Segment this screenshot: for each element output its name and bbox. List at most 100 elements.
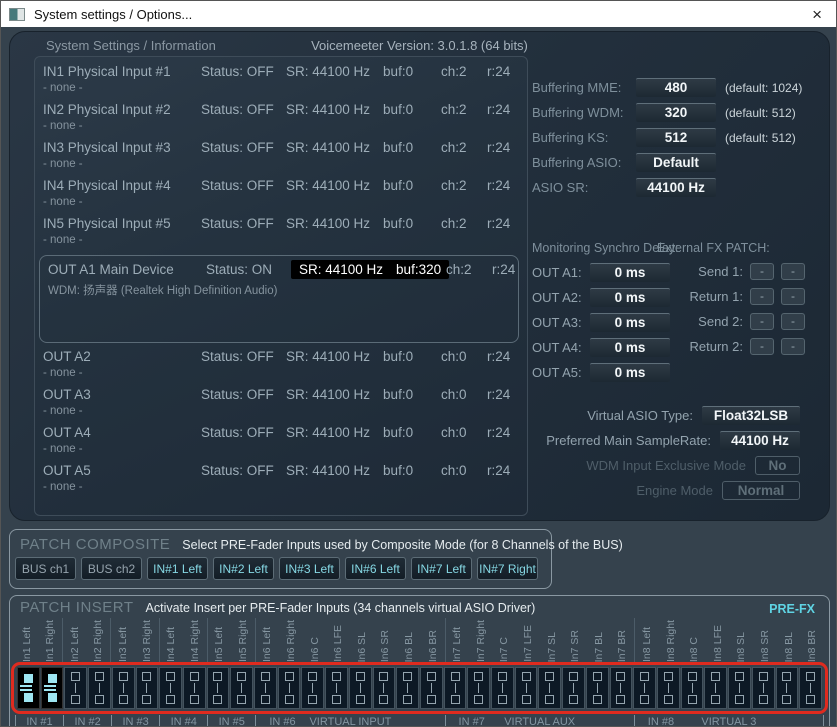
fx-send2-b[interactable]: - [781,313,805,330]
device-name: OUT A2 [43,349,201,364]
insert-toggle-in7-sr[interactable] [562,667,585,709]
device-subtext: - none - [43,481,519,493]
insert-toggle-in7-br[interactable] [610,667,633,709]
mon-a3-label: OUT A3: [532,315,590,330]
insert-toggle-in8-bl[interactable] [776,667,799,709]
insert-toggle-in1-left[interactable] [17,667,40,709]
insert-toggle-in6-lfe[interactable] [325,667,348,709]
insert-toggle-in6-br[interactable] [420,667,443,709]
insert-toggle-in5-left[interactable] [207,667,230,709]
device-row-in2[interactable]: IN2 Physical Input #2 Status: OFF SR: 44… [43,102,519,140]
composite-in1-left-button[interactable]: IN#1 Left [147,557,208,580]
preferred-samplerate-value[interactable]: 44100 Hz [720,431,800,450]
insert-toggle-in5-right[interactable] [230,667,253,709]
fx-return1-a[interactable]: - [750,288,774,305]
insert-toggle-in6-sr[interactable] [373,667,396,709]
mon-a5-value[interactable]: 0 ms [590,363,670,382]
buffering-wdm-value[interactable]: 320 [636,103,716,122]
insert-toggle-in6-bl[interactable] [396,667,419,709]
asio-sr-value[interactable]: 44100 Hz [636,178,716,197]
insert-channel-label: In2 Right [87,618,111,662]
version-label: Voicemeeter Version: 3.0.1.8 (64 bits) [10,38,829,53]
device-status: Status: OFF [201,216,286,231]
insert-toggle-in7-lfe[interactable] [515,667,538,709]
fx-return2-a[interactable]: - [750,338,774,355]
insert-channel-label: In8 SR [753,618,777,662]
device-row-in3[interactable]: IN3 Physical Input #3 Status: OFF SR: 44… [43,140,519,178]
composite-bus-ch2-button[interactable]: BUS ch2 [81,557,142,580]
insert-toggle-in4-left[interactable] [159,667,182,709]
device-res: r:24 [487,425,519,440]
device-sr-buf: SR: 44100 Hzbuf:0 [286,387,441,402]
composite-in2-left-button[interactable]: IN#2 Left [213,557,274,580]
buffering-asio-value[interactable]: Default [636,153,716,172]
insert-toggle-in6-sl[interactable] [349,667,372,709]
insert-toggle-in8-sr[interactable] [752,667,775,709]
fx-return2-b[interactable]: - [781,338,805,355]
insert-toggle-in8-lfe[interactable] [704,667,727,709]
insert-toggle-in2-right[interactable] [88,667,111,709]
insert-channel-label: In6 BR [421,618,445,662]
insert-toggle-in8-sl[interactable] [728,667,751,709]
insert-toggle-in7-bl[interactable] [586,667,609,709]
device-row-out-a4[interactable]: OUT A4 Status: OFF SR: 44100 Hzbuf:0 ch:… [43,425,519,463]
buffering-ks-value[interactable]: 512 [636,128,716,147]
device-name: IN4 Physical Input #4 [43,178,201,193]
fx-send1-b[interactable]: - [781,263,805,280]
device-name: IN2 Physical Input #2 [43,102,201,117]
insert-toggle-in7-right[interactable] [467,667,490,709]
insert-toggle-in2-left[interactable] [64,667,87,709]
buffering-mme-default: (default: 1024) [725,81,830,95]
insert-toggle-in6-c[interactable] [301,667,324,709]
insert-toggle-in1-right[interactable] [41,667,64,709]
insert-toggle-in7-left[interactable] [444,667,467,709]
wdm-exclusive-label: WDM Input Exclusive Mode [586,458,746,473]
virtual-asio-type-value[interactable]: Float32LSB [702,406,800,425]
device-status: Status: OFF [201,425,286,440]
device-status: Status: OFF [201,140,286,155]
device-row-out-a3[interactable]: OUT A3 Status: OFF SR: 44100 Hzbuf:0 ch:… [43,387,519,425]
patch-insert-title: PATCH INSERT [20,599,134,616]
device-row-in1[interactable]: IN1 Physical Input #1 Status: OFF SR: 44… [43,64,519,102]
buffering-mme-value[interactable]: 480 [636,78,716,97]
device-res: r:24 [487,102,519,117]
wdm-exclusive-value[interactable]: No [755,456,800,475]
device-ch: ch:2 [441,178,487,193]
composite-in6-left-button[interactable]: IN#6 Left [345,557,406,580]
insert-toggle-in8-c[interactable] [681,667,704,709]
composite-in7-right-button[interactable]: IN#7 Right [477,557,538,580]
insert-toggle-in7-c[interactable] [491,667,514,709]
fx-send2-a[interactable]: - [750,313,774,330]
device-row-in5[interactable]: IN5 Physical Input #5 Status: OFF SR: 44… [43,216,519,254]
insert-channel-label: In8 SL [730,618,754,662]
insert-toggle-in4-right[interactable] [183,667,206,709]
device-row-out-a5[interactable]: OUT A5 Status: OFF SR: 44100 Hzbuf:0 ch:… [43,463,519,501]
composite-in7-left-button[interactable]: IN#7 Left [411,557,472,580]
insert-toggle-in8-left[interactable] [633,667,656,709]
settings-panel: System Settings / Information Voicemeete… [9,31,830,521]
composite-bus-ch1-button[interactable]: BUS ch1 [15,557,76,580]
insert-toggle-in3-left[interactable] [112,667,135,709]
device-subtext: - none - [43,196,519,208]
composite-in3-left-button[interactable]: IN#3 Left [279,557,340,580]
fx-return1-b[interactable]: - [781,288,805,305]
fx-send1-a[interactable]: - [750,263,774,280]
device-row-out-a2[interactable]: OUT A2 Status: OFF SR: 44100 Hzbuf:0 ch:… [43,349,519,387]
insert-toggle-in3-right[interactable] [136,667,159,709]
close-button[interactable]: × [806,6,828,23]
pre-fx-button[interactable]: PRE-FX [769,602,815,616]
insert-toggle-in7-sl[interactable] [538,667,561,709]
insert-channel-label: In1 Left [15,618,39,662]
insert-toggle-in8-br[interactable] [799,667,822,709]
device-res: r:24 [487,463,519,478]
insert-toggle-in8-right[interactable] [657,667,680,709]
device-res: r:24 [487,387,519,402]
device-row-out-a1[interactable]: OUT A1 Main Device Status: ON SR: 44100 … [48,260,510,298]
insert-toggle-in6-right[interactable] [278,667,301,709]
insert-toggle-in6-left[interactable] [254,667,277,709]
device-row-in4[interactable]: IN4 Physical Input #4 Status: OFF SR: 44… [43,178,519,216]
engine-mode-value[interactable]: Normal [722,481,800,500]
device-res: r:24 [487,349,519,364]
insert-group-label: IN #4 [159,715,207,727]
device-status: Status: OFF [201,178,286,193]
